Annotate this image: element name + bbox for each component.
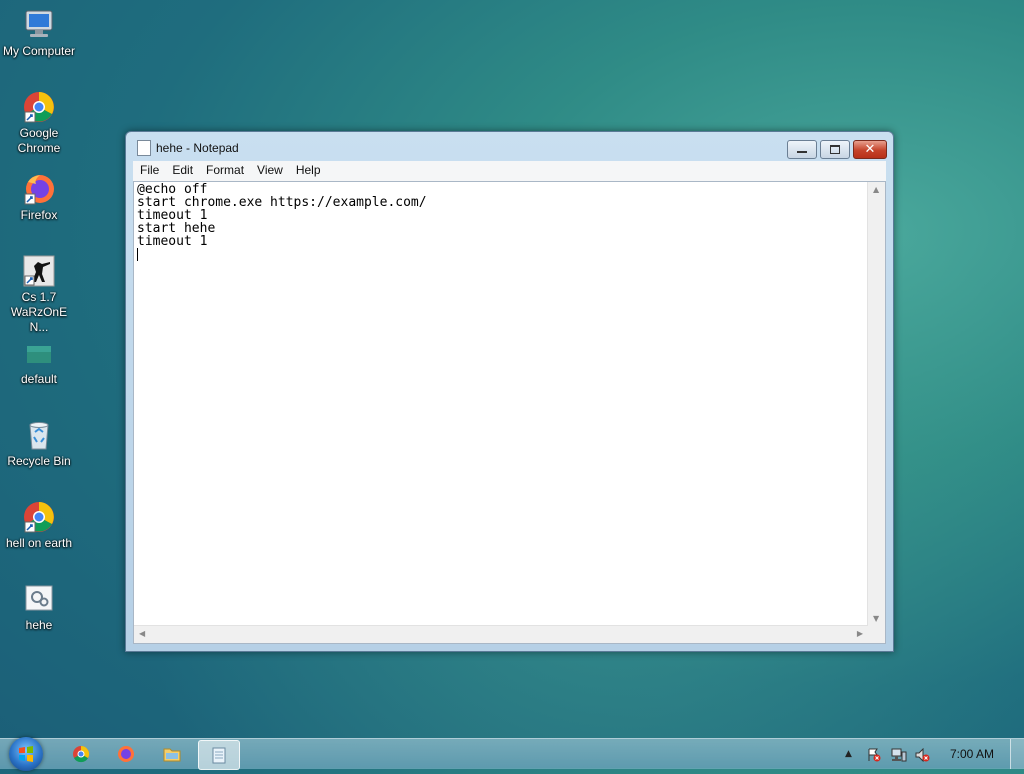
- notepad-icon: [212, 747, 226, 764]
- volume-muted-icon[interactable]: [915, 747, 930, 763]
- batch-file-icon: [22, 582, 56, 616]
- game-shortcut-icon: [22, 254, 56, 288]
- desktop-icon-label: Google Chrome: [17, 126, 61, 155]
- folder-icon: [163, 748, 181, 762]
- desktop-icon-label: hell on earth: [5, 536, 73, 550]
- desktop-icon-hehe[interactable]: hehe: [0, 582, 78, 633]
- desktop-icon-google-chrome[interactable]: Google Chrome: [0, 90, 78, 156]
- maximize-icon: [830, 145, 840, 154]
- scroll-down-icon[interactable]: ▼: [873, 614, 879, 623]
- horizontal-scrollbar[interactable]: ◀ ▶: [134, 625, 868, 643]
- image-file-icon: [22, 336, 56, 370]
- network-icon[interactable]: [891, 748, 907, 762]
- desktop-icon-label: Recycle Bin: [7, 454, 71, 468]
- start-button[interactable]: [9, 737, 43, 771]
- chrome-icon: [73, 745, 90, 763]
- notepad-window[interactable]: hehe - Notepad ✕ File Edit Format View Help …: [125, 131, 894, 652]
- minimize-button[interactable]: [787, 140, 817, 159]
- notepad-icon: [137, 140, 151, 156]
- desktop-icon-firefox[interactable]: Firefox: [0, 172, 78, 223]
- show-desktop-button[interactable]: [1010, 739, 1024, 769]
- desktop-icon-label: Cs 1.7 WaRzOnE N...: [10, 290, 68, 334]
- editor-content[interactable]: @echo off start chrome.exe https://examp…: [137, 183, 865, 623]
- menu-view[interactable]: View: [250, 161, 289, 177]
- desktop-icon-label: My Computer: [2, 44, 76, 58]
- text-editor[interactable]: @echo off start chrome.exe https://examp…: [133, 181, 886, 644]
- resize-grip[interactable]: [868, 626, 885, 643]
- computer-icon: [22, 8, 56, 42]
- scroll-left-icon[interactable]: ◀: [139, 629, 145, 638]
- taskbar-clock[interactable]: 7:00 AM: [950, 747, 994, 761]
- desktop-icon-label: hehe: [25, 618, 53, 632]
- taskbar-explorer[interactable]: [152, 740, 192, 768]
- taskbar-firefox[interactable]: [106, 740, 146, 768]
- action-center-icon[interactable]: [866, 748, 881, 762]
- windows-logo-icon: [19, 746, 33, 762]
- desktop-icon-hell-on-earth[interactable]: hell on earth: [0, 500, 78, 551]
- recycle-bin-icon: [22, 418, 56, 452]
- firefox-icon: [22, 172, 56, 206]
- title-bar[interactable]: hehe - Notepad ✕: [126, 132, 893, 160]
- show-hidden-icons-icon[interactable]: ▲: [845, 749, 859, 762]
- editor-text: @echo off start chrome.exe https://examp…: [137, 182, 427, 249]
- chrome-icon: [22, 90, 56, 124]
- taskbar-chrome[interactable]: [61, 740, 101, 768]
- close-icon: ✕: [864, 142, 876, 157]
- firefox-icon: [118, 746, 134, 762]
- taskbar-notepad[interactable]: [198, 740, 240, 770]
- menu-bar: File Edit Format View Help: [133, 161, 886, 182]
- desktop-icon-default[interactable]: default: [0, 336, 78, 387]
- taskbar: ▲ 7:00 AM: [0, 737, 1024, 771]
- maximize-button[interactable]: [820, 140, 850, 159]
- desktop-icon-my-computer[interactable]: My Computer: [0, 8, 78, 59]
- minimize-icon: [797, 151, 807, 153]
- menu-help[interactable]: Help: [289, 161, 327, 177]
- scroll-up-icon[interactable]: ▲: [873, 185, 879, 194]
- desktop-icon-label: Firefox: [20, 208, 58, 222]
- close-button[interactable]: ✕: [853, 140, 887, 159]
- desktop-icon-label: default: [20, 372, 58, 386]
- menu-file[interactable]: File: [133, 161, 165, 177]
- menu-edit[interactable]: Edit: [165, 161, 199, 177]
- window-title: hehe - Notepad: [156, 141, 239, 155]
- desktop-icon-recycle-bin[interactable]: Recycle Bin: [0, 418, 78, 469]
- chrome-shortcut-icon: [22, 500, 56, 534]
- text-caret: [137, 248, 138, 261]
- menu-format[interactable]: Format: [199, 161, 250, 177]
- scroll-right-icon[interactable]: ▶: [857, 629, 863, 638]
- desktop-icon-cs-warzone[interactable]: Cs 1.7 WaRzOnE N...: [0, 254, 78, 335]
- vertical-scrollbar[interactable]: ▲ ▼: [867, 182, 885, 626]
